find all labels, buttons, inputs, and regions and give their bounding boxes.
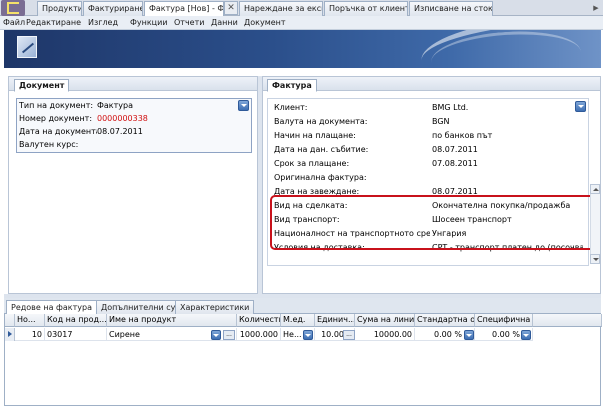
cell-no[interactable]: 10 <box>15 328 45 341</box>
exchange-rate-value[interactable] <box>97 139 197 151</box>
doc-type-value[interactable]: Фактура <box>97 100 197 112</box>
original-invoice-label: Оригинална фактура: <box>274 173 367 182</box>
invoice-panel-header: Фактура <box>263 77 600 92</box>
document-panel-header: Документ <box>9 77 257 92</box>
col-header-qty[interactable]: Количество <box>237 314 281 327</box>
tab-customer-order[interactable]: Поръчка от клиент... <box>324 1 408 16</box>
cell-code[interactable]: 03017 <box>45 328 107 341</box>
scroll-down-icon[interactable] <box>590 254 600 264</box>
exchange-rate-label: Валутен курс: <box>19 140 79 149</box>
payment-method-value[interactable]: по банков път <box>432 130 572 142</box>
tax-event-date-value[interactable]: 08.07.2011 <box>432 144 572 156</box>
doc-date-label: Дата на документа: <box>19 127 97 136</box>
cell-qty[interactable]: 1000.000 <box>237 328 281 341</box>
col-header-filler <box>533 314 602 327</box>
col-header-sum[interactable]: Сума на линията <box>355 314 415 327</box>
menu-document[interactable]: Документ <box>244 17 286 29</box>
client-value[interactable]: BMG Ltd. <box>432 102 572 114</box>
currency-value[interactable]: BGN <box>432 116 572 128</box>
std-discount-dropdown-icon[interactable] <box>464 330 474 340</box>
tab-invoice-new[interactable]: Фактура [Нов] - Ф... <box>144 1 224 16</box>
col-header-spec-discount[interactable]: Специфична от... <box>475 314 533 327</box>
col-header-no[interactable]: Но... <box>15 314 45 327</box>
app-logo-icon <box>7 2 19 14</box>
invoice-lines-grid: Но... Код на прод... Име на продукт Коли… <box>4 314 602 406</box>
tab-close-icon[interactable]: ✕ <box>224 1 238 15</box>
tab-invoicing[interactable]: Фактуриране* <box>83 1 143 16</box>
payment-due-value[interactable]: 07.08.2011 <box>432 158 572 170</box>
doc-number-label: Номер документ: <box>19 114 93 123</box>
col-header-std-discount[interactable]: Стандартна от... <box>415 314 475 327</box>
tab-scroll-right-icon[interactable]: ▶ <box>592 1 600 15</box>
unit-dropdown-icon[interactable] <box>303 330 313 340</box>
payment-method-label: Начин на плащане: <box>274 131 356 140</box>
original-invoice-value[interactable] <box>432 172 572 184</box>
menu-bar: Файл Редактиране Изглед Функции Отчети Д… <box>0 16 603 30</box>
doc-number-value[interactable]: 0000000338 <box>97 113 197 125</box>
header-banner <box>4 30 601 68</box>
client-dropdown-icon[interactable] <box>575 101 586 112</box>
payment-due-label: Срок за плащане: <box>274 159 350 168</box>
app-menu-button[interactable] <box>1 0 25 16</box>
cell-sum[interactable]: 10000.00 <box>355 328 415 341</box>
transport-fields-highlight <box>270 195 595 250</box>
invoice-panel: Фактура Клиент: BMG Ltd. Валута на докум… <box>262 76 601 294</box>
menu-functions[interactable]: Функции <box>130 17 168 29</box>
menu-file[interactable]: Файл <box>3 17 25 29</box>
current-row-indicator-icon[interactable] <box>5 328 15 341</box>
document-edit-icon <box>17 36 37 58</box>
tab-products[interactable]: Продукти <box>37 1 82 16</box>
spec-discount-dropdown-icon[interactable] <box>521 330 531 340</box>
document-tab-strip: Продукти Фактуриране* Фактура [Нов] - Ф.… <box>0 0 603 16</box>
menu-data[interactable]: Данни <box>211 17 238 29</box>
tab-document[interactable]: Документ <box>14 79 70 92</box>
lines-tab-strip: Редове на фактура Допълнителни суми Хара… <box>4 298 601 315</box>
doc-type-label: Тип на документ: <box>19 101 94 110</box>
document-panel: Документ Тип на документ: Фактура Номер … <box>8 76 258 294</box>
tax-event-date-label: Дата на дан. събитие: <box>274 145 369 154</box>
tab-invoice[interactable]: Фактура <box>267 79 317 92</box>
col-header-name[interactable]: Име на продукт <box>107 314 237 327</box>
product-browse-button[interactable]: ... <box>223 330 235 340</box>
menu-edit[interactable]: Редактиране <box>26 17 81 29</box>
col-header-code[interactable]: Код на прод... <box>45 314 107 327</box>
menu-view[interactable]: Изглед <box>88 17 118 29</box>
tab-characteristics[interactable]: Характеристики <box>175 300 255 314</box>
document-fields-box: Тип на документ: Фактура Номер документ:… <box>16 98 252 153</box>
col-header-price[interactable]: Единич... <box>315 314 355 327</box>
currency-label: Валута на документа: <box>274 117 368 126</box>
price-browse-button[interactable]: ... <box>343 330 355 340</box>
tab-export-order[interactable]: Нареждане за експ... <box>239 1 323 16</box>
grid-corner <box>5 314 15 327</box>
scroll-up-icon[interactable] <box>590 184 600 194</box>
doc-type-dropdown-icon[interactable] <box>238 100 249 111</box>
tab-stock-issue[interactable]: Изписване на сток... <box>409 1 493 16</box>
col-header-unit[interactable]: М.ед. <box>281 314 315 327</box>
tab-invoice-lines[interactable]: Редове на фактура <box>6 300 97 315</box>
product-dropdown-icon[interactable] <box>211 330 221 340</box>
vertical-scrollbar[interactable] <box>590 194 600 254</box>
client-label: Клиент: <box>274 103 308 112</box>
doc-date-value[interactable]: 08.07.2011 <box>97 126 197 138</box>
menu-reports[interactable]: Отчети <box>174 17 204 29</box>
